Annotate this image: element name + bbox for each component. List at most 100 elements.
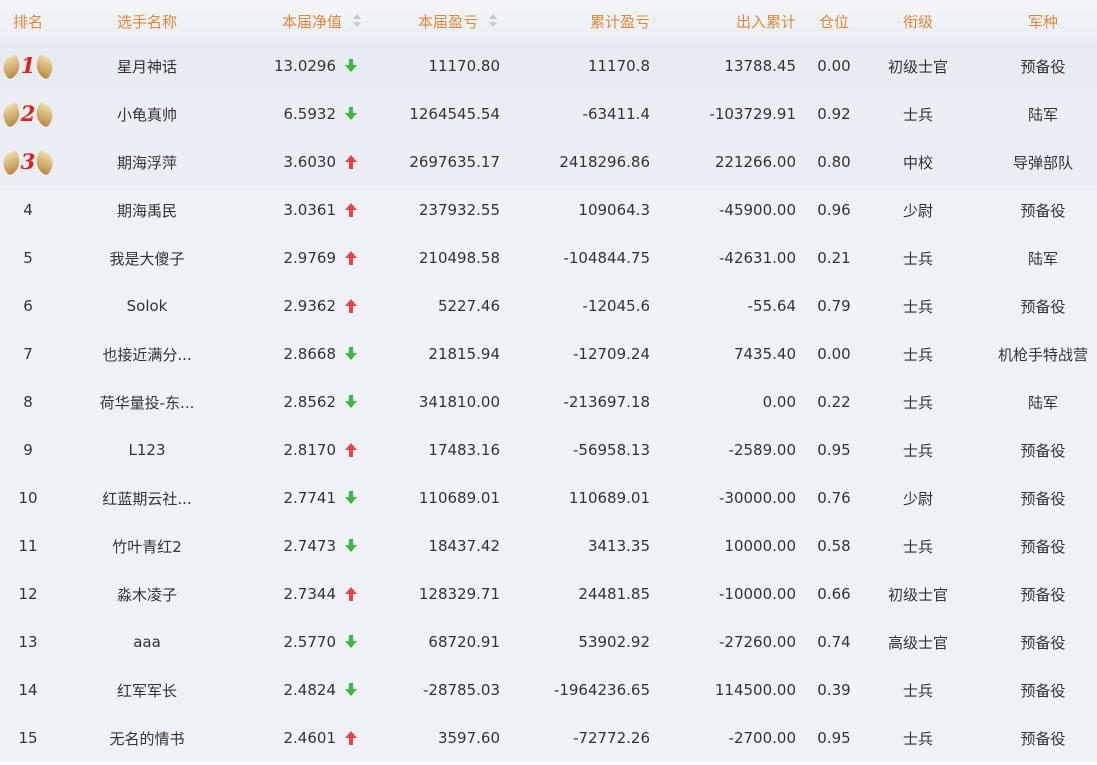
player-name[interactable]: 红蓝期云社...: [66, 474, 228, 522]
military-title: 少尉: [868, 474, 968, 522]
medal-icon: 3: [0, 147, 57, 177]
player-name-link[interactable]: 小龟真帅: [117, 104, 177, 125]
down-arrow-icon: [345, 635, 357, 649]
player-name[interactable]: 期海禹民: [66, 186, 228, 234]
table-row[interactable]: 15 无名的情书 2.4601 3597.60 -72772.26 -2700.00 0.9…: [0, 714, 1097, 762]
military-title-text: 士兵: [902, 681, 933, 700]
player-name-link[interactable]: 无名的情书: [109, 728, 184, 749]
table-row[interactable]: 9 L123 2.8170 17483.16 -56958.13 -2589.00 0.95…: [0, 426, 1097, 474]
player-name[interactable]: 期海浮萍: [66, 138, 228, 186]
current-profit: 17483.16: [380, 426, 500, 474]
header-rank: 排名: [12, 12, 43, 31]
player-name[interactable]: 淼木凌子: [66, 570, 228, 618]
player-name-link[interactable]: 期海浮萍: [117, 152, 177, 173]
cumulative-profit-text: -63411.4: [582, 105, 650, 123]
player-name-link[interactable]: Solok: [127, 297, 168, 315]
player-name[interactable]: 也接近满分...: [66, 330, 228, 378]
army-branch-text: 陆军: [1027, 393, 1058, 412]
player-name-link[interactable]: 红蓝期云社...: [102, 488, 191, 509]
position-text: 0.66: [817, 585, 851, 603]
nav-value: 2.7473: [230, 522, 337, 570]
position-ratio: 0.58: [808, 522, 860, 570]
header-cumulative-profit: 累计盈亏: [589, 12, 650, 31]
trend-cell: [340, 90, 362, 138]
army-branch-text: 导弹部队: [1012, 153, 1073, 172]
sort-icon[interactable]: [488, 14, 498, 28]
position-text: 0.74: [817, 633, 851, 651]
flow-total-text: -10000.00: [719, 585, 796, 603]
table-row[interactable]: 1 星月神话 13.0296 11170.80 11170.8 13788.45 0.00 初…: [0, 42, 1097, 90]
table-row[interactable]: 11 竹叶青红2 2.7473 18437.42 3413.35 10000.00 0.58…: [0, 522, 1097, 570]
nav-value: 3.0361: [230, 186, 337, 234]
table-row[interactable]: 2 小龟真帅 6.5932 1264545.54 -63411.4 -103729.91 0…: [0, 90, 1097, 138]
rank-cell: 5: [0, 234, 56, 282]
player-name[interactable]: L123: [66, 426, 228, 474]
player-name[interactable]: aaa: [66, 618, 228, 666]
player-name-link[interactable]: 我是大傻子: [109, 248, 184, 269]
table-row[interactable]: 12 淼木凌子 2.7344 128329.71 24481.85 -10000.00 0.…: [0, 570, 1097, 618]
current-profit-text: 68720.91: [428, 633, 500, 651]
position-ratio: 0.92: [808, 90, 860, 138]
rank-number: 5: [23, 249, 33, 267]
military-title-text: 士兵: [902, 537, 933, 556]
army-branch: 陆军: [988, 90, 1097, 138]
table-row[interactable]: 8 荷华量投-东... 2.8562 341810.00 -213697.18 0.00 0…: [0, 378, 1097, 426]
flow-total: 0.00: [660, 378, 796, 426]
cumulative-profit: 53902.92: [520, 618, 650, 666]
player-name[interactable]: 我是大傻子: [66, 234, 228, 282]
header-current-profit-sortable[interactable]: 本届盈亏: [380, 0, 498, 42]
current-profit: 2697635.17: [380, 138, 500, 186]
current-profit-text: 210498.58: [418, 249, 500, 267]
table-row[interactable]: 13 aaa 2.5770 68720.91 53902.92 -27260.00 0.74…: [0, 618, 1097, 666]
table-row[interactable]: 14 红军军长 2.4824 -28785.03 -1964236.65 114500.0…: [0, 666, 1097, 714]
sort-icon[interactable]: [352, 14, 362, 28]
player-name-link[interactable]: 淼木凌子: [117, 584, 177, 605]
player-name[interactable]: 荷华量投-东...: [66, 378, 228, 426]
position-text: 0.58: [817, 537, 851, 555]
nav-value: 2.7344: [230, 570, 337, 618]
rank-cell: 9: [0, 426, 56, 474]
table-row[interactable]: 5 我是大傻子 2.9769 210498.58 -104844.75 -42631.00…: [0, 234, 1097, 282]
current-profit: 1264545.54: [380, 90, 500, 138]
table-row[interactable]: 3 期海浮萍 3.6030 2697635.17 2418296.86 221266.00…: [0, 138, 1097, 186]
cumulative-profit: -104844.75: [520, 234, 650, 282]
player-name[interactable]: 星月神话: [66, 42, 228, 90]
table-row[interactable]: 7 也接近满分... 2.8668 21815.94 -12709.24 7435.40 0…: [0, 330, 1097, 378]
player-name-link[interactable]: 星月神话: [117, 56, 177, 77]
player-name-link[interactable]: 也接近满分...: [102, 344, 191, 365]
position-text: 0.00: [817, 57, 851, 75]
table-row[interactable]: 10 红蓝期云社... 2.7741 110689.01 110689.01 -30000…: [0, 474, 1097, 522]
current-profit-text: 18437.42: [428, 537, 500, 555]
nav-text: 2.5770: [283, 633, 337, 651]
cumulative-profit-text: -213697.18: [563, 393, 650, 411]
army-branch: 预备役: [988, 42, 1097, 90]
military-title: 士兵: [868, 426, 968, 474]
player-name[interactable]: Solok: [66, 282, 228, 330]
table-row[interactable]: 4 期海禹民 3.0361 237932.55 109064.3 -45900.00 0.9…: [0, 186, 1097, 234]
table-row[interactable]: 6 Solok 2.9362 5227.46 -12045.6 -55.64 0.79 士兵 预…: [0, 282, 1097, 330]
player-name-link[interactable]: 荷华量投-东...: [100, 392, 195, 413]
position-text: 0.39: [817, 681, 851, 699]
player-name-link[interactable]: 红军军长: [117, 680, 177, 701]
army-branch-text: 预备役: [1020, 537, 1066, 556]
player-name[interactable]: 无名的情书: [66, 714, 228, 762]
position-ratio: 0.22: [808, 378, 860, 426]
player-name-link[interactable]: L123: [129, 441, 166, 459]
current-profit-text: -28785.03: [423, 681, 500, 699]
cumulative-profit: 109064.3: [520, 186, 650, 234]
player-name-link[interactable]: 竹叶青红2: [112, 536, 182, 557]
position-ratio: 0.80: [808, 138, 860, 186]
cumulative-profit: -72772.26: [520, 714, 650, 762]
player-name[interactable]: 小龟真帅: [66, 90, 228, 138]
player-name[interactable]: 竹叶青红2: [66, 522, 228, 570]
cumulative-profit: -1964236.65: [520, 666, 650, 714]
player-name[interactable]: 红军军长: [66, 666, 228, 714]
up-arrow-icon: [345, 155, 357, 169]
position-ratio: 0.79: [808, 282, 860, 330]
player-name-link[interactable]: 期海禹民: [117, 200, 177, 221]
header-nav-sortable[interactable]: 本届净值: [230, 0, 362, 42]
flow-total: 10000.00: [660, 522, 796, 570]
player-name-link[interactable]: aaa: [133, 633, 161, 651]
military-title: 士兵: [868, 330, 968, 378]
flow-total: -55.64: [660, 282, 796, 330]
